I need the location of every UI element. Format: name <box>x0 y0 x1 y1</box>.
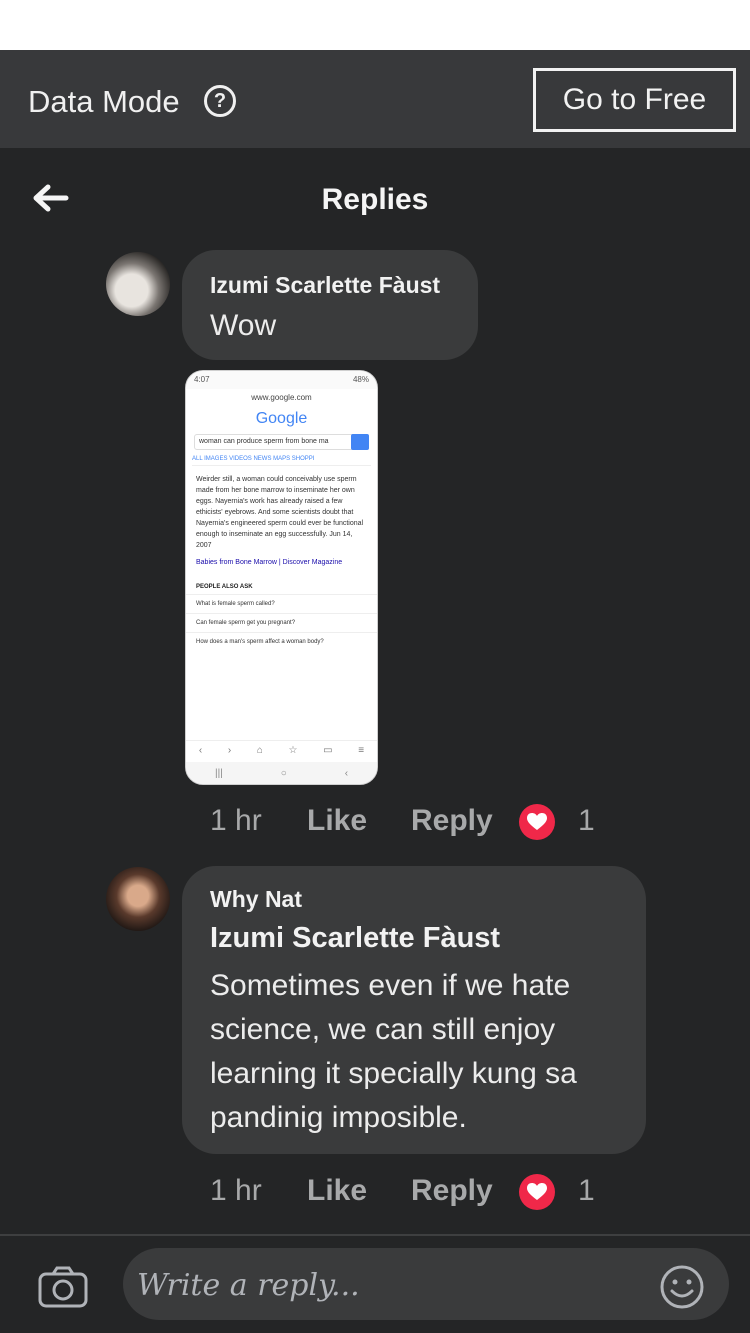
attachment-snippet: Weirder still, a woman could conceivably… <box>196 476 364 549</box>
data-mode-label: Data Mode <box>28 84 180 119</box>
comment-image-attachment[interactable]: 4:07 48% www.google.com Google woman can… <box>185 370 378 785</box>
mention-tag[interactable]: Izumi Scarlette Fàust <box>210 922 500 955</box>
comment-text: Wow <box>210 309 277 342</box>
avatar[interactable] <box>106 252 170 316</box>
attachment-question: What is female sperm called? <box>186 594 377 613</box>
attachment-question: How does a man's sperm affect a woman bo… <box>186 632 377 651</box>
attachment-link: Babies from Bone Marrow | Discover Magaz… <box>196 559 343 566</box>
home-circle-icon: ○ <box>280 767 287 779</box>
attachment-status-bar: 4:07 48% <box>186 371 377 389</box>
help-icon[interactable]: ? <box>204 85 236 117</box>
go-to-free-button[interactable]: Go to Free <box>533 68 736 132</box>
reaction-count: 1 <box>578 804 595 837</box>
comment-text-line: pandinig imposible. <box>210 1101 467 1134</box>
heart-reaction-icon[interactable] <box>519 804 555 840</box>
reaction-count: 1 <box>578 1174 595 1207</box>
home-icon: ⌂ <box>256 745 263 756</box>
reply-button[interactable]: Reply <box>411 804 493 838</box>
forward-icon: › <box>227 745 232 756</box>
comment-text-line: Sometimes even if we hate <box>210 969 571 1002</box>
comment-text-line: learning it specially kung sa <box>210 1057 577 1090</box>
tabs-icon: ▭ <box>323 745 333 756</box>
comment-time: 1 hr <box>210 804 262 837</box>
like-button[interactable]: Like <box>307 1174 367 1208</box>
avatar[interactable] <box>106 867 170 931</box>
attachment-paa-title: PEOPLE ALSO ASK <box>196 584 253 590</box>
attachment-question: Can female sperm get you pregnant? <box>186 613 377 632</box>
attachment-google-logo: Google <box>255 410 308 427</box>
comment-time: 1 hr <box>210 1174 262 1207</box>
comment-bubble: Izumi Scarlette Fàust Wow <box>182 250 478 360</box>
menu-icon: ≡ <box>358 745 365 756</box>
back-chevron-icon: ‹ <box>344 767 349 779</box>
attachment-battery: 48% <box>352 375 369 384</box>
like-button[interactable]: Like <box>307 804 367 838</box>
heart-reaction-icon[interactable] <box>519 1174 555 1210</box>
attachment-query: woman can produce sperm from bone ma <box>199 438 329 445</box>
attachment-tabs: ALL IMAGES VIDEOS NEWS MAPS SHOPPI <box>192 456 371 466</box>
attachment-system-nav: ||| ○ ‹ <box>186 762 377 784</box>
reply-button[interactable]: Reply <box>411 1174 493 1208</box>
star-icon: ☆ <box>288 745 298 756</box>
smiley-icon[interactable] <box>659 1264 705 1310</box>
comment-author[interactable]: Izumi Scarlette Fàust <box>210 272 440 299</box>
status-area <box>0 0 750 50</box>
comment-bubble: Why Nat Izumi Scarlette Fàust Sometimes … <box>182 866 646 1154</box>
attachment-url: www.google.com <box>251 393 312 402</box>
comment-author[interactable]: Why Nat <box>210 886 302 913</box>
attachment-search-box: woman can produce sperm from bone ma <box>194 434 369 450</box>
page-title: Replies <box>321 183 429 216</box>
comment-text-line: science, we can still enjoy <box>210 1013 556 1046</box>
camera-icon[interactable] <box>38 1266 88 1308</box>
back-icon: ‹ <box>198 745 203 756</box>
reply-input[interactable]: Write a reply... <box>123 1248 729 1320</box>
attachment-search-icon <box>351 434 369 450</box>
recents-icon: ||| <box>214 767 223 779</box>
attachment-browser-nav: ‹ › ⌂ ☆ ▭ ≡ <box>186 740 377 760</box>
reply-placeholder[interactable]: Write a reply... <box>137 1268 360 1303</box>
attachment-time: 4:07 <box>194 375 210 384</box>
